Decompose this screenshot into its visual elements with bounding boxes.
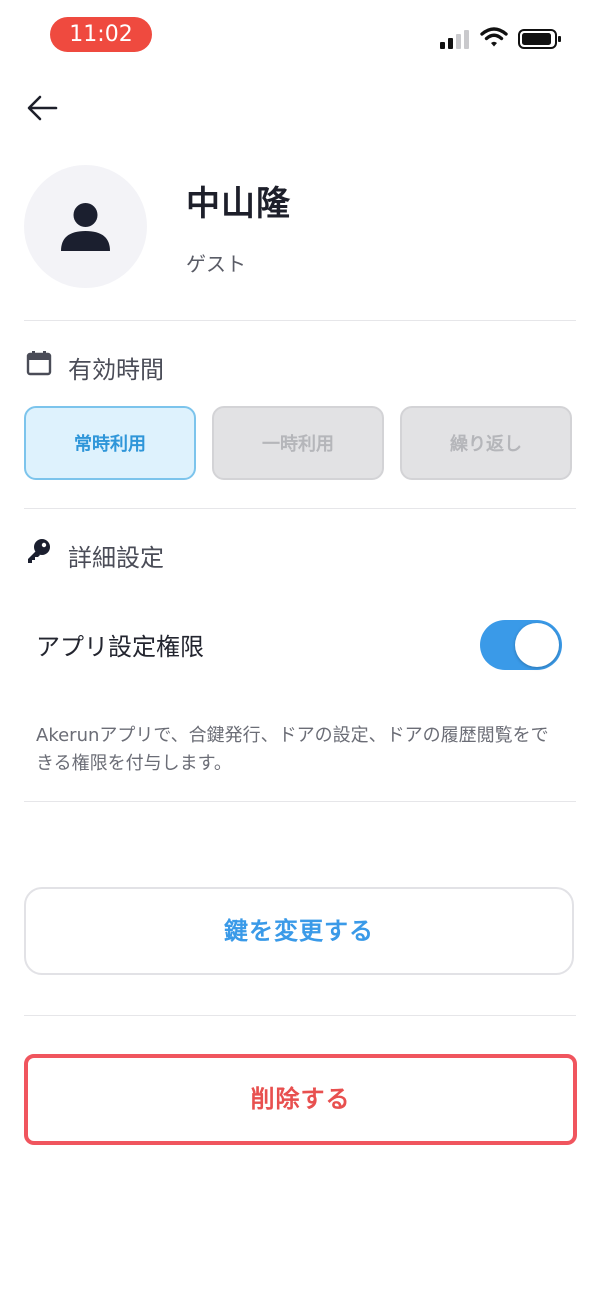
person-icon [61,203,110,251]
wifi-icon [480,27,508,47]
divider [24,1015,576,1016]
app-permission-description: Akerunアプリで、合鍵発行、ドアの設定、ドアの履歴閲覧をできる権限を付与しま… [36,725,549,774]
back-button[interactable] [24,88,64,128]
user-name: 中山隆 [186,184,291,224]
status-bar: 11:02 [0,0,600,70]
option-temporary[interactable]: 一時利用 [212,406,384,480]
battery-icon [518,29,561,49]
arrow-left-icon [27,95,58,121]
delete-button[interactable]: 削除する [24,1054,577,1145]
details-title: 詳細設定 [68,544,164,572]
key-icon [28,539,50,563]
validity-title: 有効時間 [68,356,164,384]
guest-detail-screen: 11:02 中山隆 ゲスト 有効時間 常時利用 一時利用 繰り返し 詳細設定 ア… [0,0,600,1303]
divider [24,508,576,509]
change-key-button[interactable]: 鍵を変更する [24,887,574,975]
toggle-knob [515,623,559,667]
status-time: 11:02 [50,17,152,52]
user-role: ゲスト [186,252,246,276]
calendar-icon [26,351,52,376]
signal-icon [440,30,469,49]
avatar [24,165,147,288]
app-permission-label: アプリ設定権限 [36,633,204,661]
divider [24,320,576,321]
option-repeat[interactable]: 繰り返し [400,406,572,480]
option-always[interactable]: 常時利用 [24,406,196,480]
app-permission-toggle[interactable] [480,620,562,670]
divider [24,801,576,802]
